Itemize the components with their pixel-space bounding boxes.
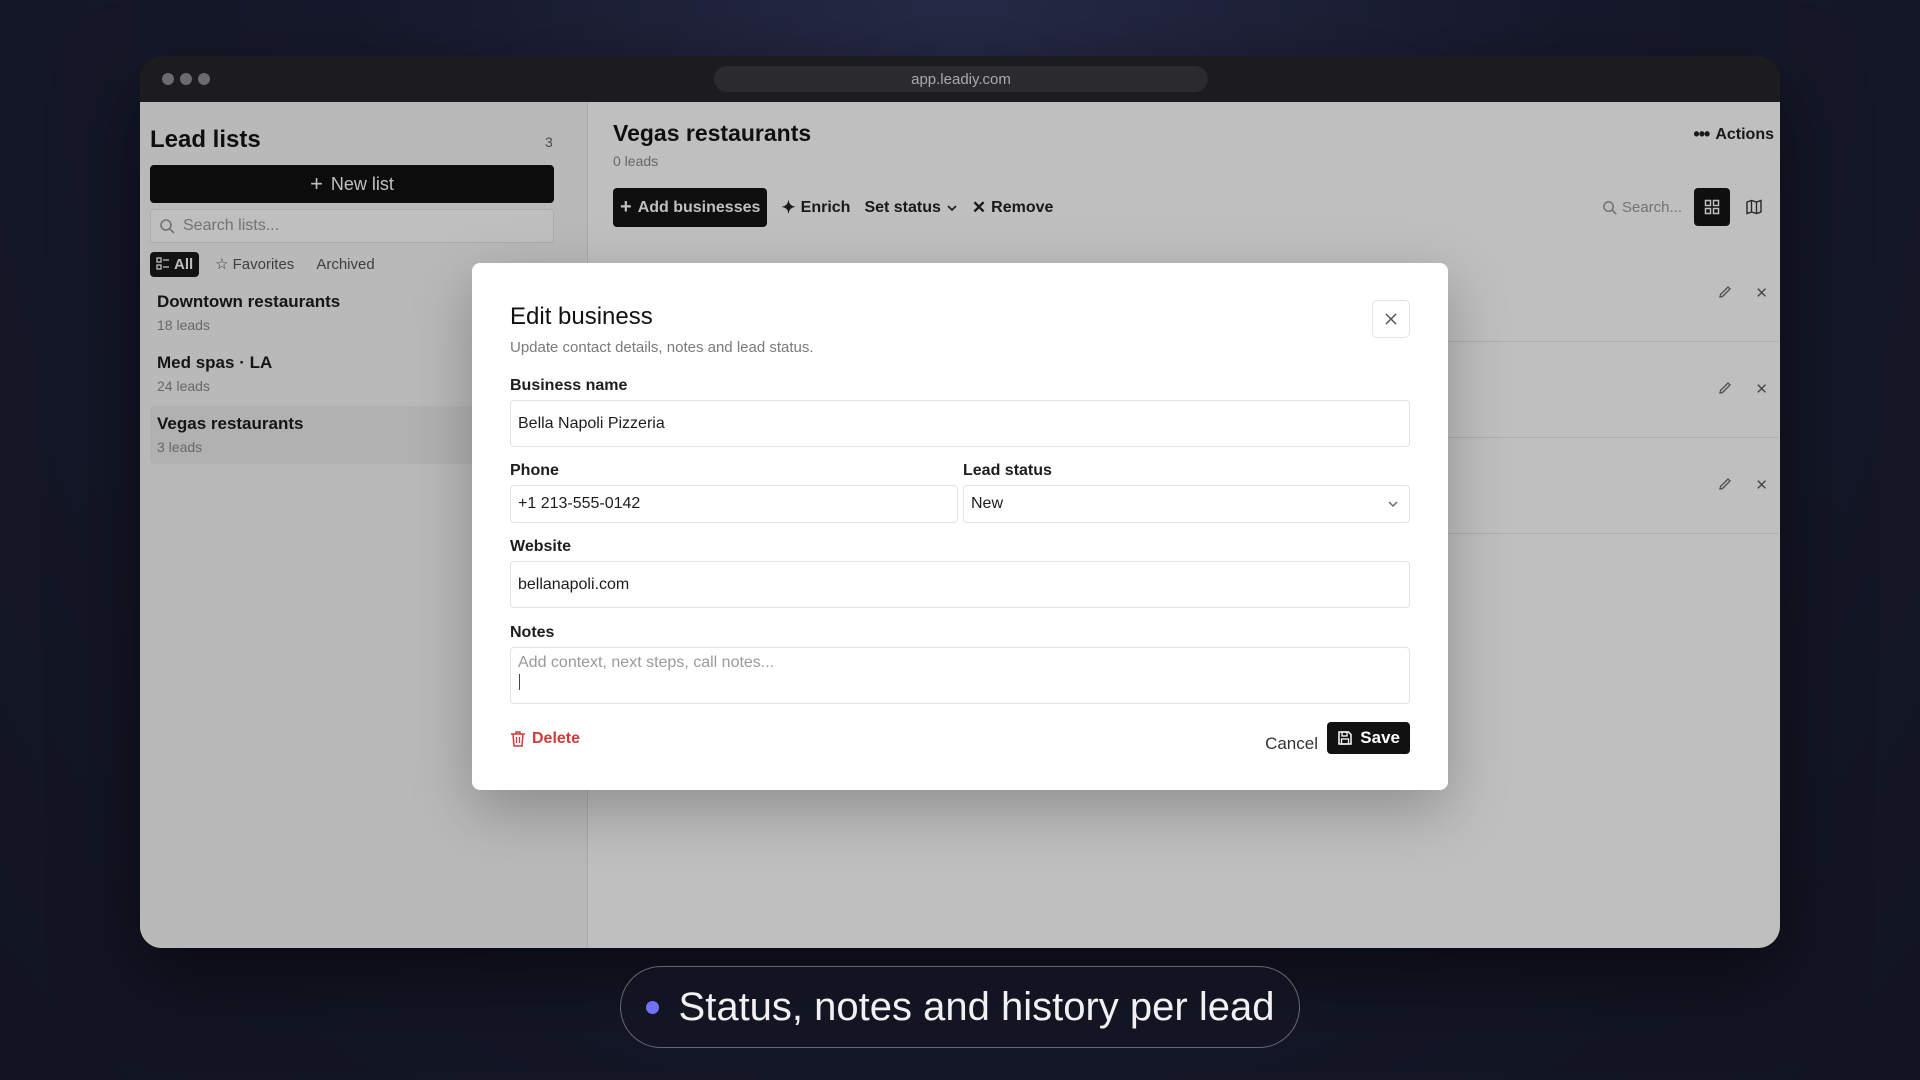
browser-window: app.leadiy.com Lead lists 3 + New list S… [140,56,1780,948]
save-icon [1338,731,1353,745]
website-field[interactable]: bellanapoli.com [510,561,1410,608]
dialog-close-button[interactable] [1372,300,1410,338]
dialog-subtitle: Update contact details, notes and lead s… [510,339,814,356]
address-bar-url: app.leadiy.com [911,70,1011,88]
trash-icon [511,731,525,747]
cancel-label: Cancel [1265,734,1318,753]
chevron-down-icon [1388,501,1398,507]
business-name-label: Business name [510,377,628,394]
delete-button[interactable]: Delete [510,730,580,748]
notes-textarea[interactable]: Add context, next steps, call notes... [510,647,1410,704]
dialog-title: Edit business [510,303,653,330]
window-close-dot[interactable] [162,73,174,85]
business-name-field[interactable]: Bella Napoli Pizzeria [510,400,1410,447]
caption-text: Status, notes and history per lead [678,984,1275,1029]
notes-label: Notes [510,624,555,641]
notes-placeholder: Add context, next steps, call notes... [518,654,775,671]
delete-label: Delete [532,730,581,747]
edit-business-dialog: Edit business Update contact details, no… [472,263,1448,790]
save-button[interactable]: Save [1327,722,1410,754]
close-icon [1385,313,1397,325]
address-bar[interactable]: app.leadiy.com [714,66,1208,92]
lead-status-value: New [971,495,1004,512]
phone-label: Phone [510,462,559,479]
text-cursor [519,674,520,690]
phone-field[interactable]: +1 213-555-0142 [510,485,958,523]
lead-status-select[interactable]: New [963,485,1410,523]
browser-titlebar: app.leadiy.com [140,56,1780,102]
cancel-button[interactable]: Cancel [1265,734,1318,754]
lead-status-label: Lead status [963,462,1052,479]
feature-caption: Status, notes and history per lead [620,966,1300,1048]
app-content: Lead lists 3 + New list Search lists... … [140,102,1780,948]
window-zoom-dot[interactable] [198,73,210,85]
phone-value: +1 213-555-0142 [518,495,641,512]
website-label: Website [510,538,572,555]
website-value: bellanapoli.com [518,575,630,593]
window-minimize-dot[interactable] [180,73,192,85]
caption-bullet [645,1000,659,1014]
business-name-value: Bella Napoli Pizzeria [518,414,665,432]
window-controls [162,73,210,85]
save-label: Save [1360,728,1400,747]
